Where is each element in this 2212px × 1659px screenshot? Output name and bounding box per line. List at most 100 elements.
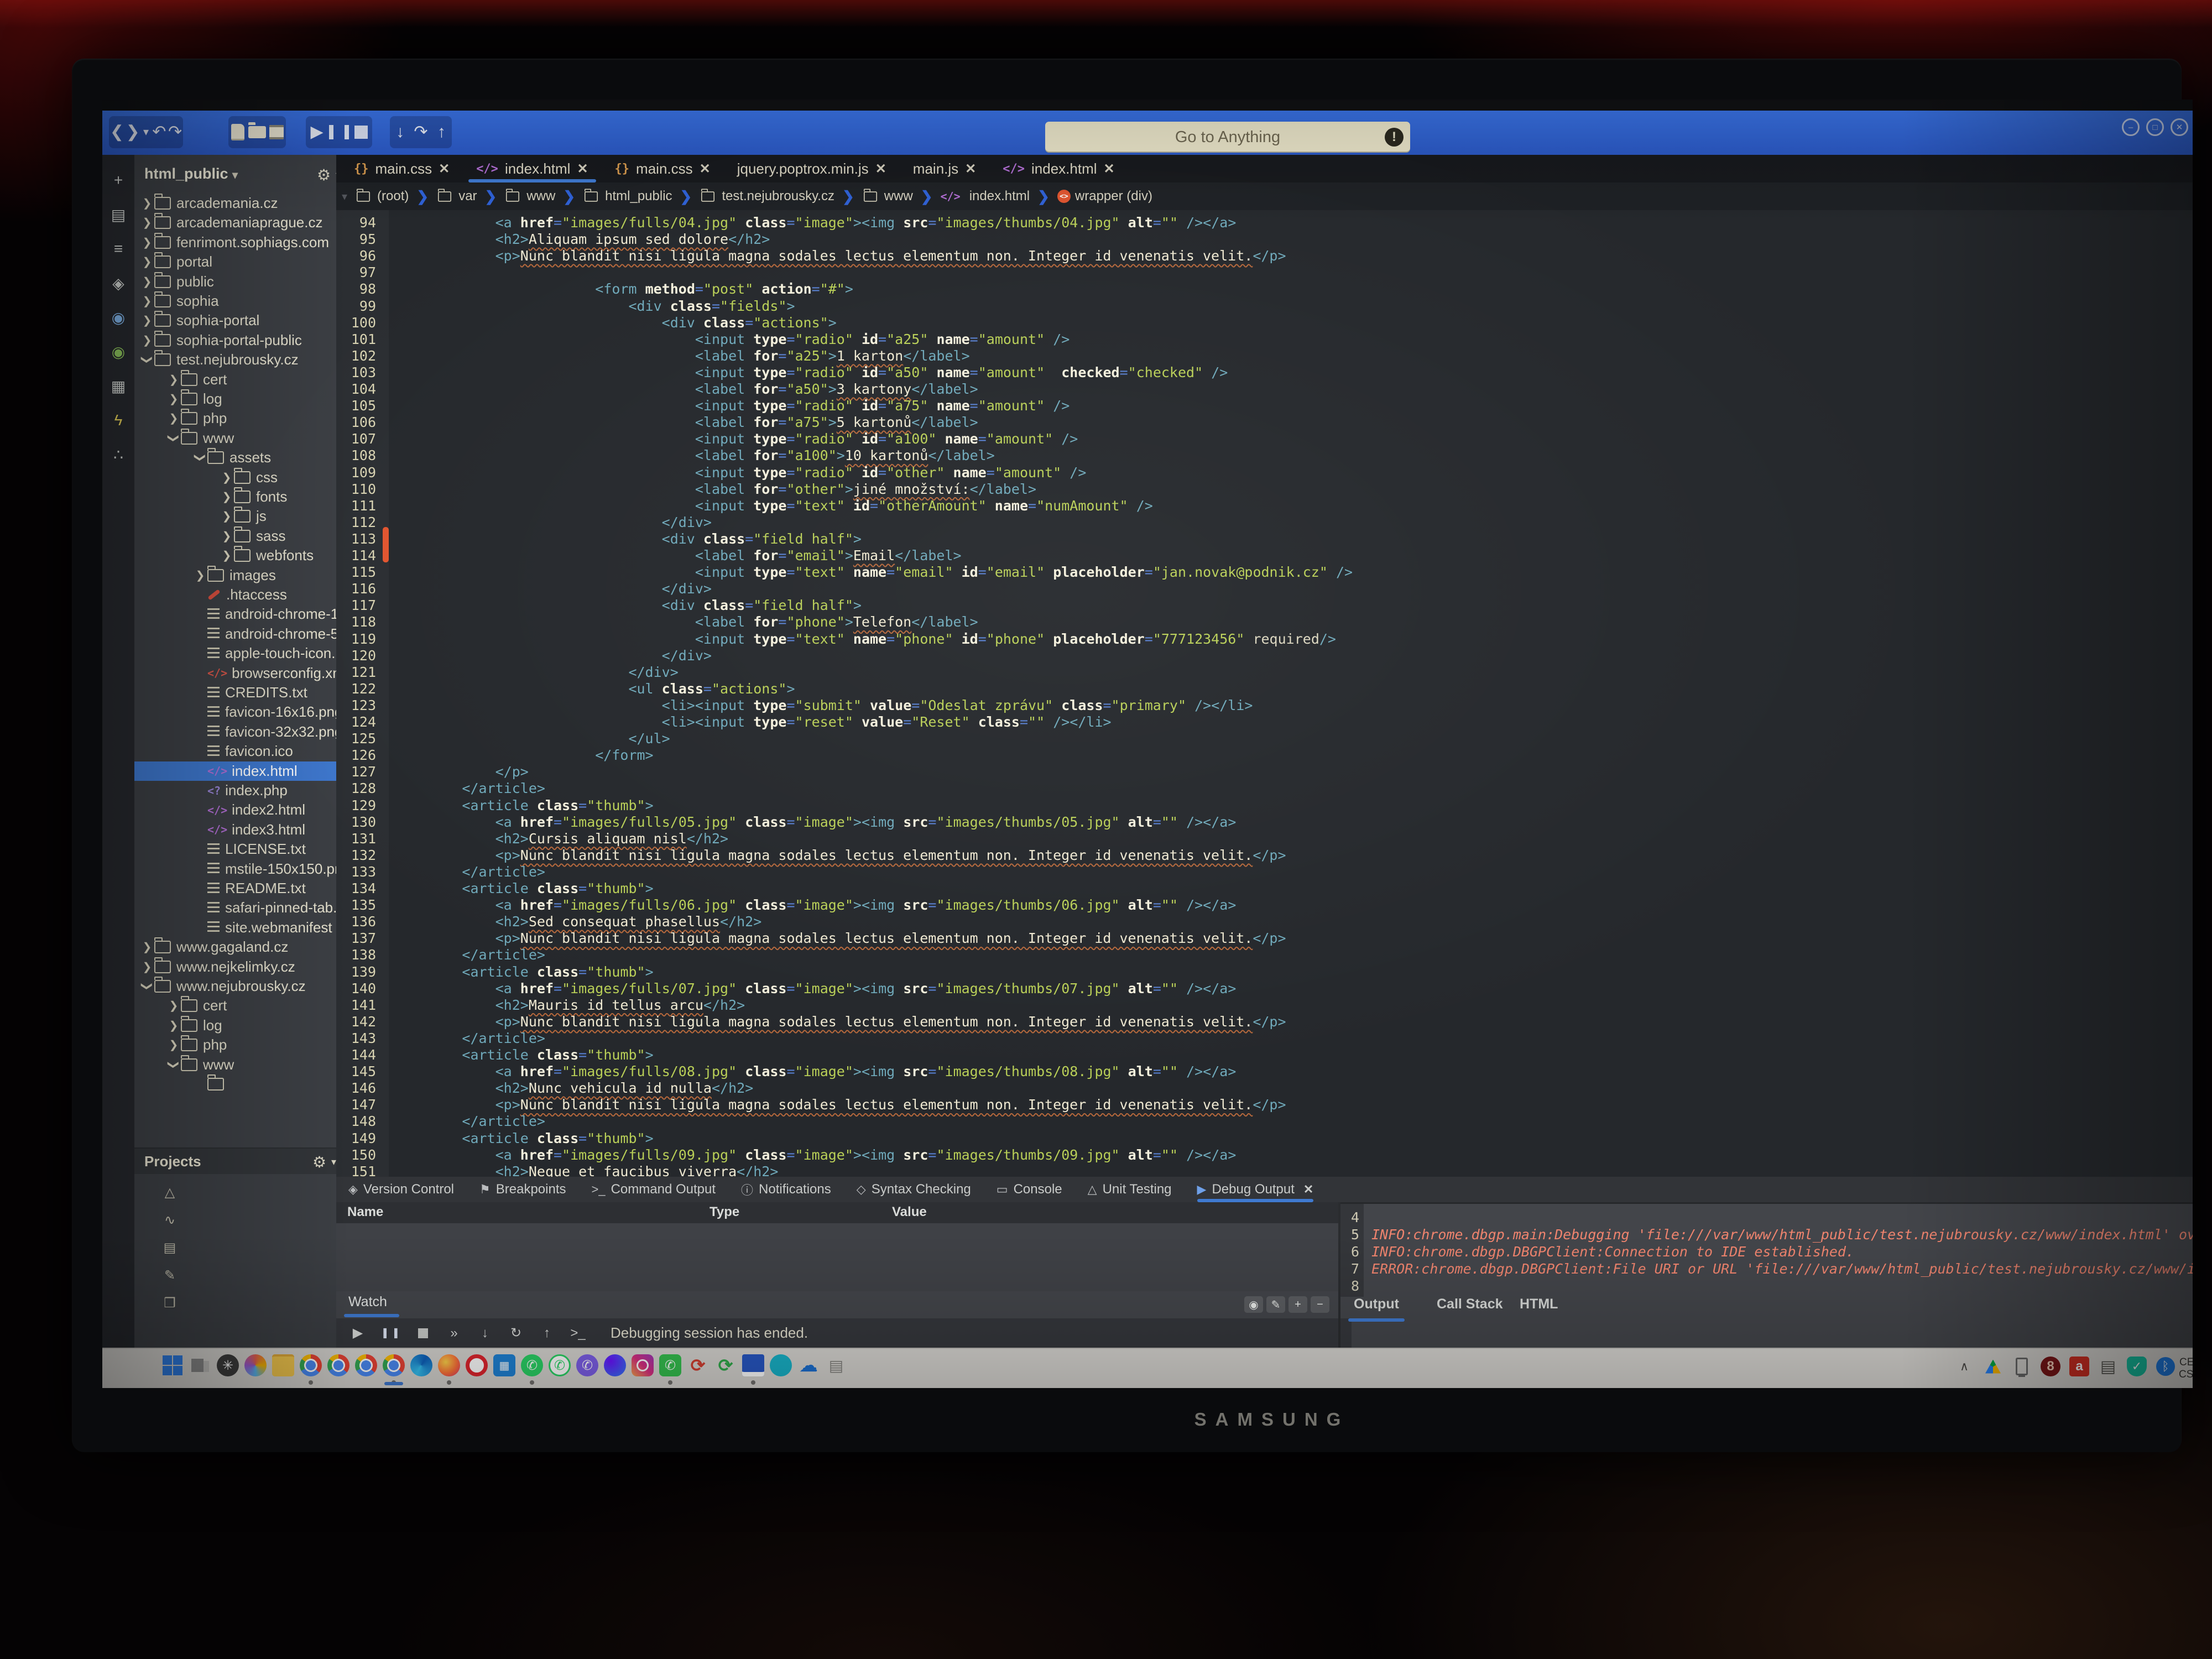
badge-8-icon[interactable]: 8 xyxy=(2038,1354,2063,1379)
close-icon[interactable]: ✕ xyxy=(1303,1182,1313,1197)
redo-icon[interactable]: ↷ xyxy=(167,119,183,145)
tray-expand-icon[interactable]: ∧ xyxy=(1952,1354,1976,1379)
tab-main.css[interactable]: {}main.css✕ xyxy=(602,155,724,182)
tree-item-log[interactable]: ❯log xyxy=(134,1016,336,1035)
tree-item-public[interactable]: ❯public xyxy=(134,272,336,291)
preview-eye-icon[interactable]: ◉ xyxy=(107,306,129,328)
onedrive[interactable]: ☁ xyxy=(796,1353,821,1386)
tab-call-stack[interactable]: Call Stack xyxy=(1437,1296,1503,1312)
breadcrumb-item[interactable]: test.nejubrousky.cz xyxy=(700,189,834,204)
tree-chevron-icon[interactable]: ❯ xyxy=(166,392,181,406)
tree-item-arcademania.cz[interactable]: ❯arcademania.cz xyxy=(134,194,336,213)
step-over-icon[interactable]: ↷ xyxy=(410,119,431,145)
chatgpt[interactable]: ✳ xyxy=(215,1353,241,1386)
tree-item-www.nejubrousky.cz[interactable]: ❯www.nejubrousky.cz xyxy=(134,977,336,996)
save-tool[interactable] xyxy=(740,1353,766,1386)
tree-chevron-icon[interactable]: ❯ xyxy=(166,373,181,387)
forward-icon[interactable]: ❯ xyxy=(125,119,141,145)
tree-chevron-icon[interactable]: ❯ xyxy=(166,411,181,425)
tree-item-folder[interactable] xyxy=(134,1074,336,1094)
file-icon[interactable]: ▤ xyxy=(107,204,129,226)
tree-item-php[interactable]: ❯php xyxy=(134,1035,336,1055)
unit-test-mini-icon[interactable]: △ xyxy=(160,1182,180,1202)
tree-item-browserconfig.xml[interactable]: </>browserconfig.xml xyxy=(134,664,336,683)
task-view[interactable] xyxy=(187,1353,213,1386)
tree-item-webfonts[interactable]: ❯webfonts xyxy=(134,546,336,565)
messenger[interactable] xyxy=(602,1353,628,1386)
go-to-anything-box[interactable]: Go to Anything ! xyxy=(1045,122,1410,153)
tree-item-favicon-16x16.png[interactable]: favicon-16x16.png xyxy=(134,702,336,722)
tree-item-php[interactable]: ❯php xyxy=(134,409,336,428)
chrome-profile-4[interactable] xyxy=(381,1353,406,1386)
tree-item-android-chrome-512x51[interactable]: android-chrome-512x51 xyxy=(134,624,336,644)
panel-tab-unit-testing[interactable]: △Unit Testing xyxy=(1088,1177,1172,1202)
tree-item-www[interactable]: ❯www xyxy=(134,429,336,448)
tree-item-android-chrome-192x19[interactable]: android-chrome-192x19 xyxy=(134,604,336,624)
tree-chevron-icon[interactable]: ❯ xyxy=(140,236,154,249)
tree-chevron-icon[interactable]: ❯ xyxy=(220,471,234,484)
security-shield-icon[interactable]: ✓ xyxy=(2125,1354,2149,1379)
save-icon[interactable] xyxy=(267,119,286,145)
watch-add-icon[interactable]: + xyxy=(1288,1296,1307,1313)
breadcrumb-item[interactable]: www xyxy=(504,189,555,204)
tree-chevron-icon[interactable]: ❯ xyxy=(166,999,181,1013)
tree-item-images[interactable]: ❯images xyxy=(134,566,336,585)
whatsapp-2[interactable]: ✆ xyxy=(547,1353,572,1386)
language-indicator[interactable]: CESCSQ xyxy=(2179,1357,2193,1381)
open-folder-icon[interactable] xyxy=(248,119,267,145)
share-icon[interactable]: ∴ xyxy=(107,444,129,466)
panel-tab-syntax-checking[interactable]: ◇Syntax Checking xyxy=(857,1177,971,1202)
pause-icon[interactable] xyxy=(328,119,350,145)
chrome-profile-1[interactable] xyxy=(298,1353,324,1386)
tab-index.html[interactable]: </>index.html✕ xyxy=(463,155,601,182)
close-icon[interactable]: ✕ xyxy=(700,161,711,177)
close-icon[interactable]: ✕ xyxy=(1104,161,1115,177)
debug-step-over-icon[interactable]: ↻ xyxy=(508,1325,524,1341)
whatsapp[interactable]: ✆ xyxy=(519,1353,545,1386)
tree-item-css[interactable]: ❯css xyxy=(134,468,336,487)
tree-item-mstile-150x150.png[interactable]: mstile-150x150.png xyxy=(134,859,336,879)
grid-icon[interactable]: ▦ xyxy=(107,375,129,397)
projects-gear-icon[interactable]: ⚙ xyxy=(312,1153,326,1171)
list-icon[interactable]: ≡ xyxy=(107,238,129,260)
chart-mini-icon[interactable]: ∿ xyxy=(160,1210,180,1230)
debug-step-out-icon[interactable]: ↑ xyxy=(539,1326,555,1341)
tree-item-www.nejkelimky.cz[interactable]: ❯www.nejkelimky.cz xyxy=(134,957,336,977)
project-title[interactable]: html_public ▾ xyxy=(144,165,238,182)
printer[interactable]: ▤ xyxy=(823,1353,849,1386)
close-icon[interactable]: ✕ xyxy=(965,161,976,177)
tab-html[interactable]: HTML xyxy=(1520,1296,1558,1312)
sync-red[interactable]: ⟳ xyxy=(685,1353,711,1386)
tree-chevron-icon[interactable]: ❯ xyxy=(167,1057,181,1072)
watch-edit-icon[interactable]: ✎ xyxy=(1266,1296,1285,1313)
firefox[interactable] xyxy=(436,1353,462,1386)
code-editor[interactable]: 94 <a href="images/fulls/04.jpg" class="… xyxy=(336,210,2193,1177)
tree-chevron-icon[interactable]: ❯ xyxy=(140,275,154,289)
tree-chevron-icon[interactable]: ❯ xyxy=(140,333,154,347)
doc-mini-icon[interactable]: ▤ xyxy=(160,1238,180,1258)
tree-item-sophia[interactable]: ❯sophia xyxy=(134,291,336,311)
bluetooth-icon[interactable]: ᛒ xyxy=(2153,1354,2178,1379)
stop-icon[interactable] xyxy=(350,119,372,145)
tree-chevron-icon[interactable]: ❯ xyxy=(140,960,154,974)
close-icon[interactable]: ✕ xyxy=(875,161,886,177)
watch-remove-icon[interactable]: − xyxy=(1311,1296,1329,1313)
commando-badge-icon[interactable]: ! xyxy=(1385,128,1404,147)
debug-terminal-icon[interactable]: >_ xyxy=(570,1326,586,1341)
tree-item-fonts[interactable]: ❯fonts xyxy=(134,487,336,507)
sync-green[interactable]: ⟳ xyxy=(713,1353,738,1386)
viber[interactable]: ✆ xyxy=(575,1353,600,1386)
breadcrumb-item[interactable]: </>index.html xyxy=(941,189,1030,204)
tree-item-index3.html[interactable]: </>index3.html xyxy=(134,820,336,839)
tree-item-fenrimont.sophiags.com[interactable]: ❯fenrimont.sophiags.com xyxy=(134,233,336,252)
device-icon[interactable]: ▤ xyxy=(2096,1354,2120,1379)
edge[interactable] xyxy=(409,1353,434,1386)
adobe-icon[interactable]: a xyxy=(2067,1354,2091,1379)
tree-chevron-icon[interactable]: ❯ xyxy=(140,294,154,308)
google-drive-icon[interactable] xyxy=(1981,1354,2005,1379)
debug-pause-icon[interactable] xyxy=(380,1326,400,1340)
breadcrumb-item[interactable]: (root) xyxy=(355,189,409,204)
go-icon[interactable]: ◉ xyxy=(107,341,129,363)
tree-item-sass[interactable]: ❯sass xyxy=(134,526,336,546)
close-button[interactable]: ✕ xyxy=(2171,118,2188,136)
